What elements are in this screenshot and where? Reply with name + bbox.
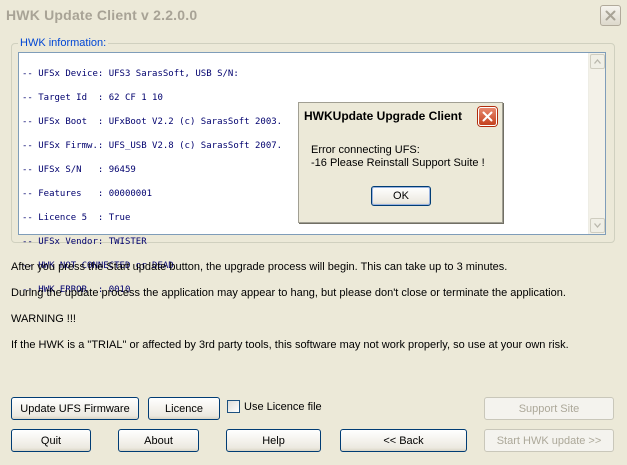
about-button[interactable]: About	[118, 429, 199, 452]
info-line: -- Features : 00000001	[22, 189, 153, 199]
close-icon	[482, 111, 493, 122]
close-icon	[605, 10, 616, 21]
window-close-button[interactable]	[600, 5, 621, 26]
dialog-ok-button[interactable]: OK	[371, 186, 431, 206]
licence-button[interactable]: Licence	[148, 397, 220, 420]
help-button[interactable]: Help	[226, 429, 321, 452]
error-dialog: HWKUpdate Upgrade Client Error connectin…	[298, 102, 503, 223]
info-line: -- Target Id : 62 CF 1 10	[22, 93, 163, 103]
info-line: -- UFSx Vendor: TWISTER	[22, 237, 147, 247]
info-line: -- UFSx S/N : 96459	[22, 165, 136, 175]
use-licence-file-label: Use Licence file	[244, 400, 322, 413]
info-message-hang: During the update process the applicatio…	[11, 287, 566, 299]
info-line: -- UFSx Device: UFS3 SarasSoft, USB S/N:	[22, 69, 239, 79]
info-message-trial: If the HWK is a "TRIAL" or affected by 3…	[11, 339, 569, 351]
info-line: -- UFSx Firmw.: UFS_USB V2.8 (c) SarasSo…	[22, 141, 283, 151]
support-site-button[interactable]: Support Site	[484, 397, 614, 420]
scroll-up-button[interactable]	[590, 54, 605, 69]
info-line: -- Licence 5 : True	[22, 213, 131, 223]
hwk-information-lines: -- UFSx Device: UFS3 SarasSoft, USB S/N:…	[22, 56, 282, 320]
checkbox-box[interactable]	[227, 400, 240, 413]
back-button[interactable]: << Back	[340, 429, 467, 452]
update-ufs-firmware-button[interactable]: Update UFS Firmware	[11, 397, 139, 420]
use-licence-file-checkbox[interactable]: Use Licence file	[227, 400, 322, 413]
chevron-down-icon	[594, 223, 601, 228]
chevron-up-icon	[594, 59, 601, 64]
dialog-title: HWKUpdate Upgrade Client	[304, 109, 463, 123]
dialog-close-button[interactable]	[478, 107, 497, 126]
title-bar[interactable]: HWK Update Client v 2.2.0.0	[0, 0, 627, 30]
info-scrollbar[interactable]	[588, 53, 605, 234]
start-hwk-update-button[interactable]: Start HWK update >>	[484, 429, 614, 452]
quit-button[interactable]: Quit	[11, 429, 91, 452]
scroll-down-button[interactable]	[590, 218, 605, 233]
warning-heading: WARNING !!!	[11, 313, 76, 325]
info-message-start: After you press the Start update button,…	[11, 261, 508, 273]
dialog-message-line1: Error connecting UFS:	[311, 144, 420, 156]
window-title: HWK Update Client v 2.2.0.0	[6, 7, 198, 23]
dialog-message-line2: -16 Please Reinstall Support Suite !	[311, 157, 485, 169]
hwk-information-label: HWK information:	[18, 37, 109, 49]
info-line: -- UFSx Boot : UFxBoot V2.2 (c) SarasSof…	[22, 117, 283, 127]
main-window: HWK Update Client v 2.2.0.0 HWK informat…	[0, 0, 627, 465]
